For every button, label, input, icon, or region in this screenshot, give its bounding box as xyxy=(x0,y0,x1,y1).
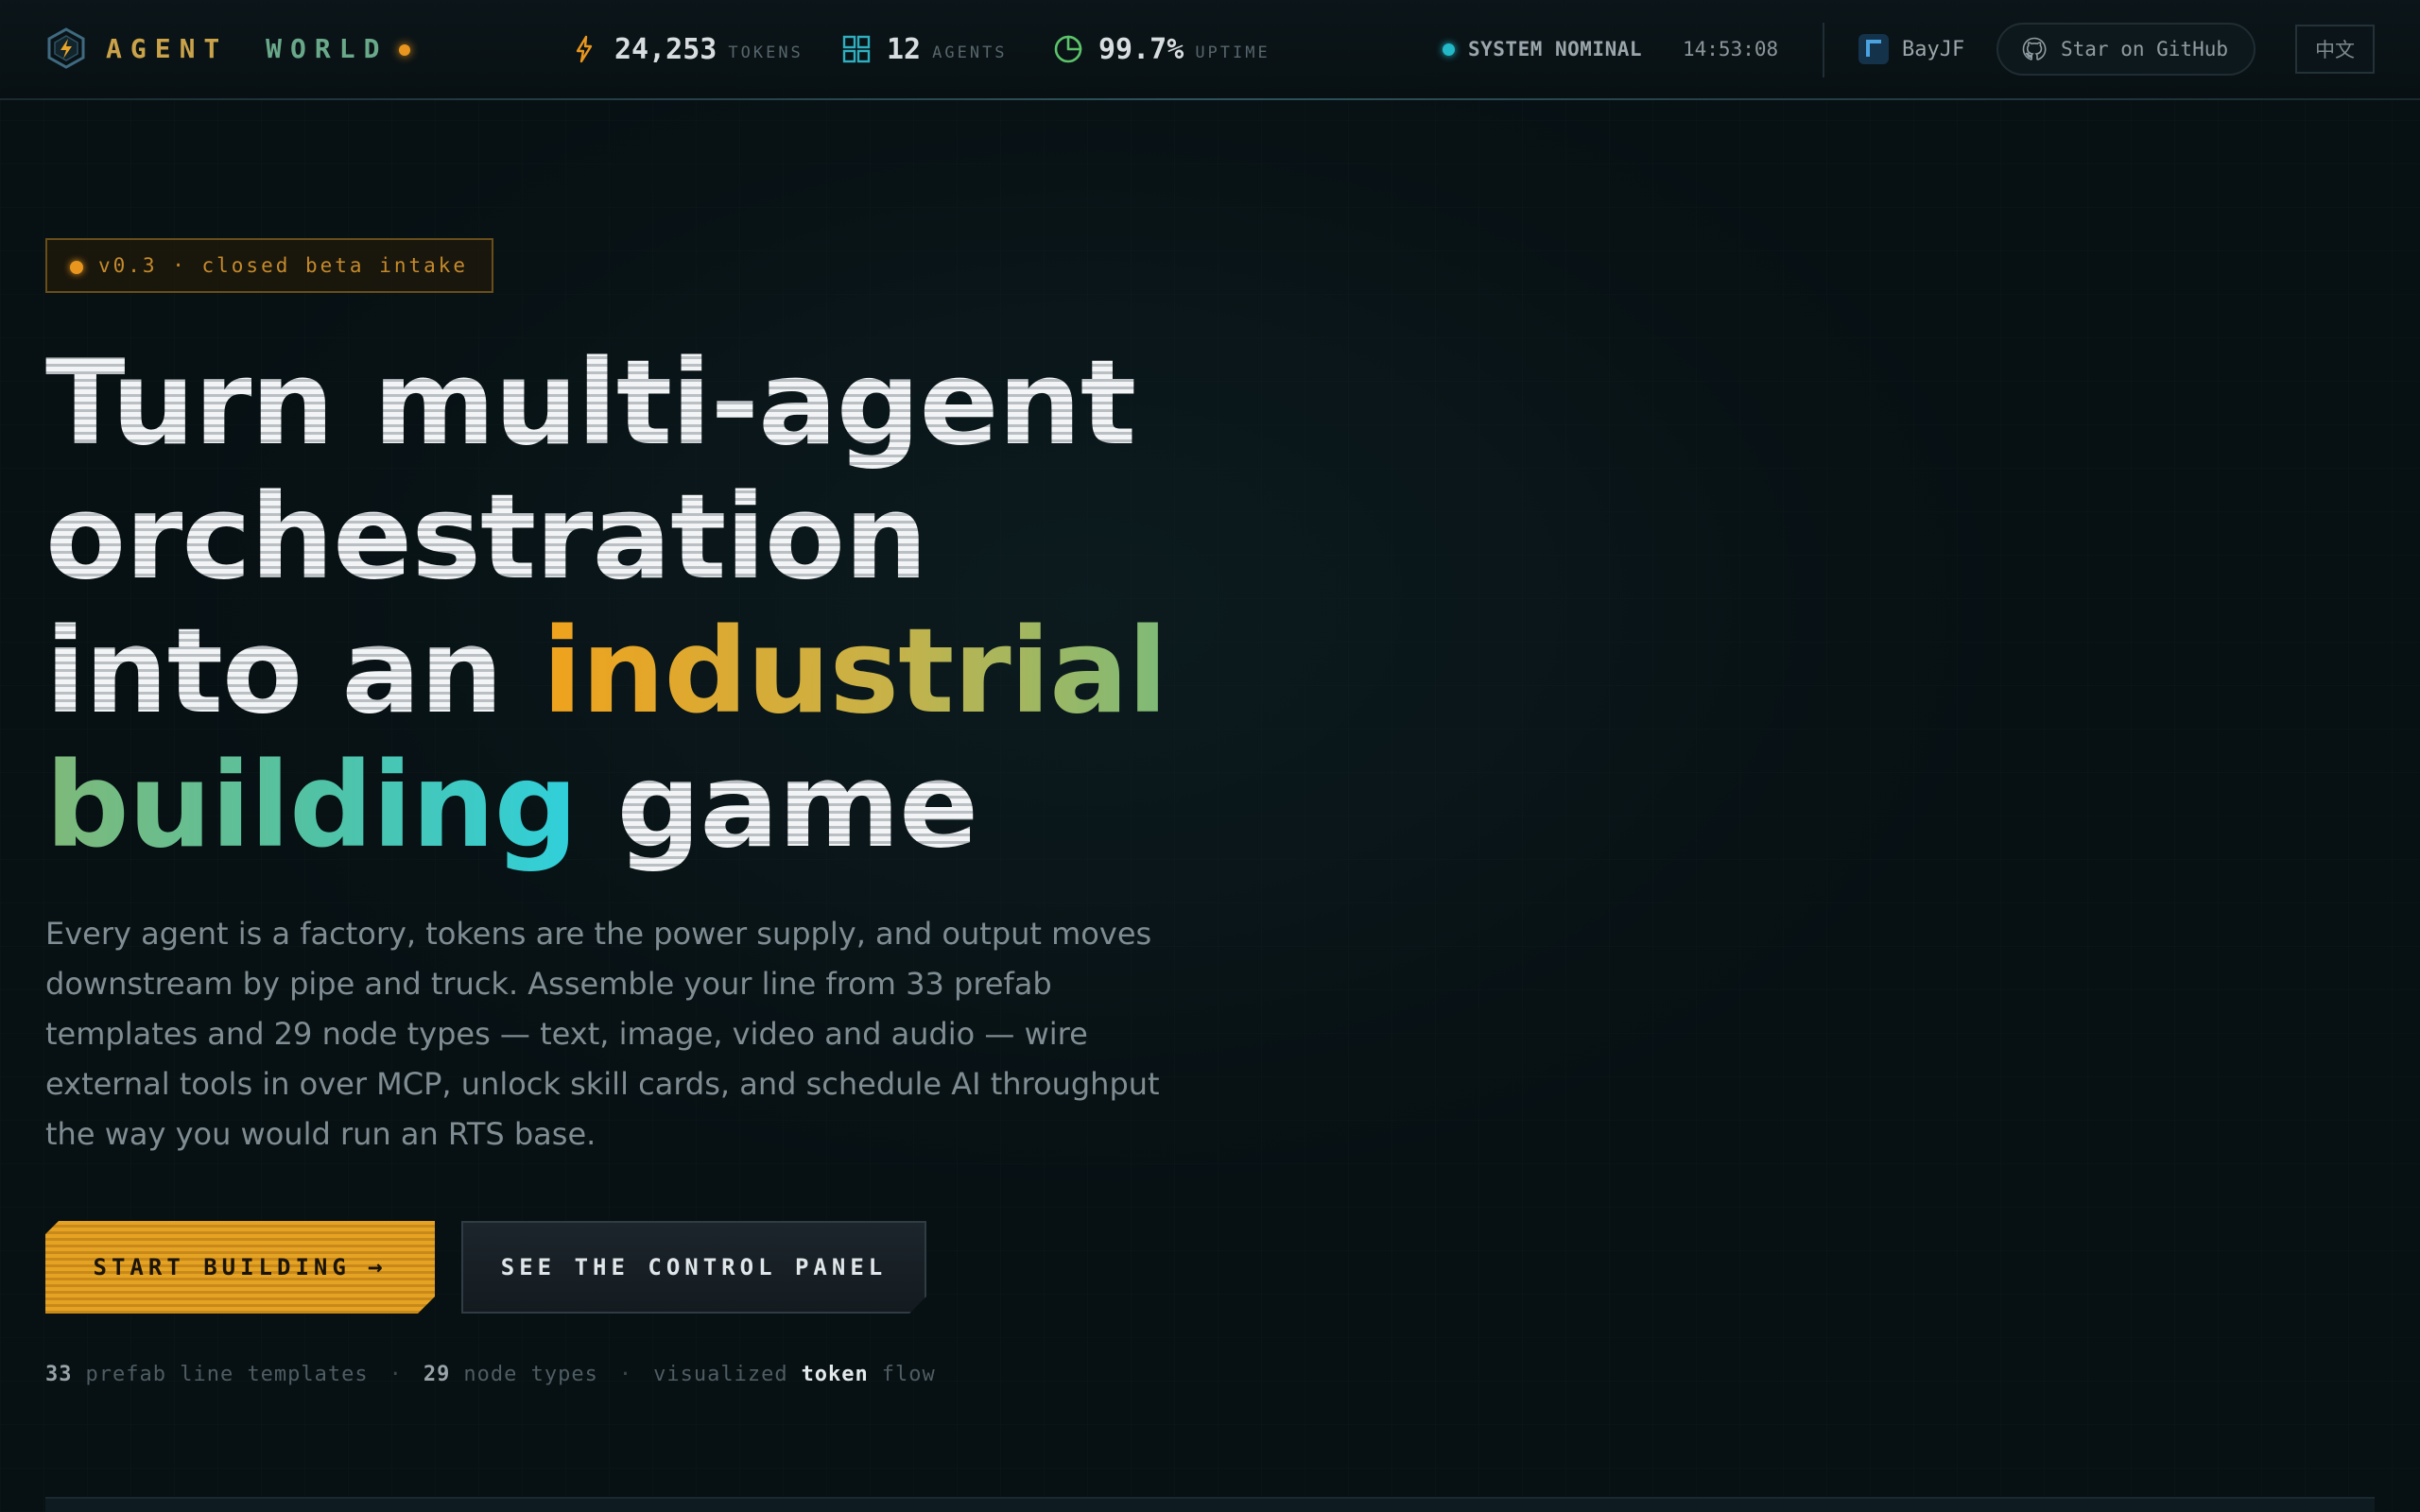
brand-name-part1: AGENT xyxy=(106,32,229,64)
agents-stat: 12 AGENTS xyxy=(841,28,1008,70)
badge-dot-icon xyxy=(70,260,83,274)
brand-name: AGENT WORLD xyxy=(106,33,388,64)
headline-accent-industrial: industrial xyxy=(542,604,1168,740)
headline-line-4-plain: game xyxy=(577,738,979,874)
tokens-value: 24,253 xyxy=(614,32,717,66)
star-on-github-button[interactable]: Star on GitHub xyxy=(1996,23,2256,76)
brand-logo[interactable]: AGENT WORLD xyxy=(45,26,411,70)
system-clock: 14:53:08 xyxy=(1683,38,1779,60)
headline-line-4: building game xyxy=(45,739,1274,873)
headline-accent-building: building xyxy=(45,738,578,874)
tokens-label: TOKENS xyxy=(728,43,804,62)
divider xyxy=(1823,23,1824,77)
agents-value: 12 xyxy=(887,32,922,66)
github-icon xyxy=(2022,37,2047,60)
headline-line-3: into an industrial xyxy=(45,605,1274,739)
headline-line-1: Turn multi-agent xyxy=(45,336,1274,471)
nodes-label: node types xyxy=(463,1362,598,1386)
brand-status-dot xyxy=(399,44,411,56)
arrow-right-icon: → xyxy=(367,1253,388,1281)
start-building-button[interactable]: START BUILDING → xyxy=(45,1221,435,1314)
agents-label: AGENTS xyxy=(932,43,1008,62)
flow-suffix: flow xyxy=(881,1362,936,1386)
flow-prefix: visualized xyxy=(653,1362,788,1386)
version-badge: v0.3 · closed beta intake xyxy=(45,238,493,293)
brand-name-part2: WORLD xyxy=(266,32,389,64)
uptime-stat: 99.7% UPTIME xyxy=(1053,28,1270,70)
github-button-label: Star on GitHub xyxy=(2061,38,2229,60)
uptime-value: 99.7% xyxy=(1098,32,1184,66)
headline-line-3-plain: into an xyxy=(45,604,543,740)
tokens-stat: 24,253 TOKENS xyxy=(569,28,804,70)
grid-icon xyxy=(842,35,871,63)
version-badge-text: v0.3 · closed beta intake xyxy=(98,254,469,277)
avatar xyxy=(1858,34,1889,64)
lightning-icon xyxy=(576,35,593,63)
user-name: BayJF xyxy=(1902,37,1965,61)
system-status: SYSTEM NOMINAL xyxy=(1443,32,1642,66)
top-bar: AGENT WORLD 24,253 TOKENS 12 AGENTS 99.7… xyxy=(0,0,2420,100)
facts-separator: · xyxy=(618,1362,633,1386)
start-building-label: START BUILDING xyxy=(93,1254,351,1280)
templates-label: prefab line templates xyxy=(85,1362,369,1386)
status-dot-icon xyxy=(1443,43,1455,56)
uptime-label: UPTIME xyxy=(1195,43,1270,62)
see-control-panel-label: SEE THE CONTROL PANEL xyxy=(500,1254,888,1280)
hero-description: Every agent is a factory, tokens are the… xyxy=(45,916,1160,1152)
headline-line-2: orchestration xyxy=(45,471,1274,605)
flow-token: token xyxy=(801,1362,869,1386)
see-control-panel-button[interactable]: SEE THE CONTROL PANEL xyxy=(461,1221,926,1314)
templates-count: 33 xyxy=(45,1362,73,1386)
user-profile[interactable]: BayJF xyxy=(1858,28,1964,70)
hero-facts: 33 prefab line templates · 29 node types… xyxy=(45,1357,936,1391)
next-section-edge xyxy=(45,1497,2375,1512)
pie-gauge-icon xyxy=(1054,35,1082,63)
language-toggle-button[interactable]: 中文 xyxy=(2295,25,2375,74)
system-status-text: SYSTEM NOMINAL xyxy=(1468,38,1643,60)
nodes-count: 29 xyxy=(423,1362,451,1386)
hexagon-logo-icon xyxy=(47,27,85,69)
hero-headline: Turn multi-agent orchestration into an i… xyxy=(45,336,1274,873)
facts-separator: · xyxy=(389,1362,403,1386)
